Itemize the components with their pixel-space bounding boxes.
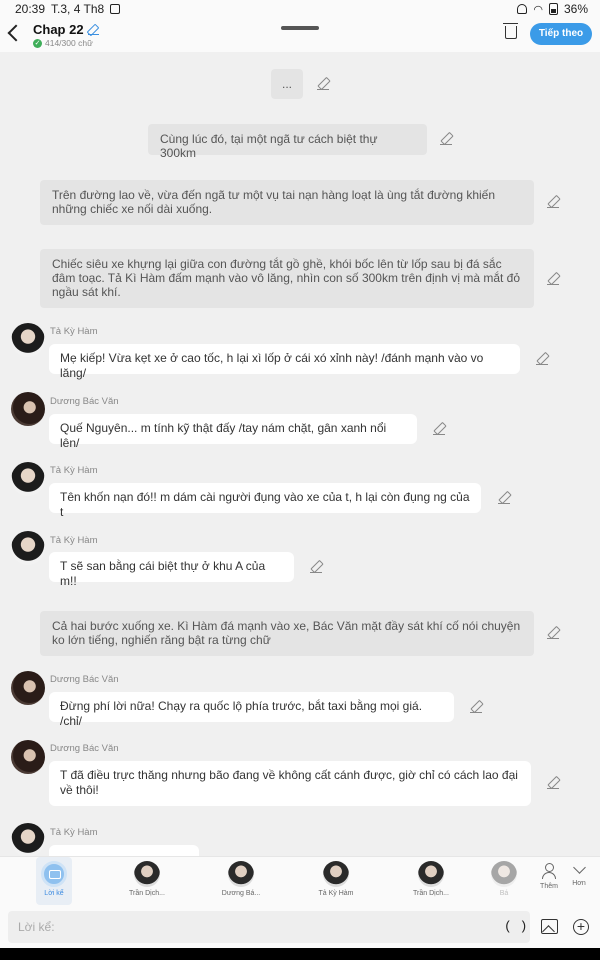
avatar[interactable] xyxy=(11,740,45,774)
character-narrator[interactable]: Lời kể xyxy=(19,861,89,897)
avatar[interactable] xyxy=(11,392,45,426)
more-button[interactable]: Hơn xyxy=(564,861,594,887)
narration-box[interactable]: Chiếc siêu xe khựng lại giữa con đường t… xyxy=(40,249,534,308)
edit-pencil-icon[interactable] xyxy=(547,777,559,789)
character-label: Dương Bá... xyxy=(221,890,261,897)
avatar xyxy=(323,861,349,887)
avatar[interactable] xyxy=(11,531,45,565)
avatar[interactable] xyxy=(11,323,45,357)
person-add-icon xyxy=(542,863,556,879)
chat-bubble[interactable]: Quế Nguyên... m tính kỹ thật đấy /tay ná… xyxy=(49,414,417,450)
battery-percent: 36% xyxy=(563,2,588,16)
status-date: T.3, 4 Th8 xyxy=(51,2,105,16)
edit-pencil-icon[interactable] xyxy=(547,196,559,208)
speaker-name: Tả Kỳ Hàm xyxy=(50,326,98,337)
avatar xyxy=(228,861,254,887)
word-count-text: 414/300 chữ xyxy=(45,38,93,48)
chat-bubble[interactable]: Tên khốn nạn đó!! m dám cài người đụng v… xyxy=(49,483,481,519)
character-item[interactable]: Trần Dịch... xyxy=(112,861,182,897)
avatar xyxy=(134,861,160,887)
input-bar: ( ) + xyxy=(0,906,600,948)
chat-bubble[interactable]: T đã điều trực thăng nhưng bão đang về k… xyxy=(49,761,531,806)
system-nav-bar xyxy=(0,948,600,960)
more-label: Hơn xyxy=(572,880,586,887)
check-icon: ✓ xyxy=(33,38,42,48)
speaker-name: Dương Bác Văn xyxy=(50,743,119,754)
trash-icon[interactable] xyxy=(503,23,518,39)
chat-bubble[interactable]: Mẹ kiếp! Vừa kẹt xe ở cao tốc, h lại xì … xyxy=(49,344,520,380)
status-time: 20:39 xyxy=(15,2,46,16)
speaker-name: Dương Bác Văn xyxy=(50,674,119,685)
character-label: Tả Kỳ Hàm xyxy=(318,890,354,897)
narration-box[interactable]: ... xyxy=(271,69,303,99)
chat-bubble[interactable]: Đừng phí lời nữa! Chạy ra quốc lộ phía t… xyxy=(49,692,454,728)
action-paren-button[interactable]: ( ) xyxy=(504,919,527,934)
wifi-icon: ◠ xyxy=(533,3,543,16)
narration-box[interactable]: Cả hai bước xuống xe. Kì Hàm đá mạnh vào… xyxy=(40,611,534,656)
narration-box[interactable]: Trên đường lao về, vừa đến ngã tư một vụ… xyxy=(40,180,534,225)
character-label: Lời kể xyxy=(44,890,64,897)
avatar[interactable] xyxy=(11,462,45,496)
chapter-header: Chap 22 ✓ 414/300 chữ Tiếp theo xyxy=(0,18,600,52)
character-selector: Lời kể Trần Dịch... Dương Bá... Tả Kỳ Hà… xyxy=(0,856,600,906)
status-bar: 20:39 T.3, 4 Th8 ◠ 36% xyxy=(0,0,600,18)
chapter-title[interactable]: Chap 22 xyxy=(33,22,99,37)
edit-pencil-icon[interactable] xyxy=(547,273,559,285)
chapter-title-text: Chap 22 xyxy=(33,22,84,37)
character-item[interactable]: Bá xyxy=(484,861,524,897)
gallery-notification-icon xyxy=(110,4,121,14)
character-label: Bá xyxy=(499,890,509,897)
chevron-down-icon xyxy=(572,861,586,874)
edit-pencil-icon[interactable] xyxy=(470,701,482,713)
avatar xyxy=(418,861,444,887)
edit-pencil-icon[interactable] xyxy=(310,561,322,573)
image-icon[interactable] xyxy=(541,919,558,934)
battery-icon xyxy=(548,3,558,15)
chat-bubble[interactable]: T sẽ san bằng cái biệt thự ở khu A của m… xyxy=(49,552,294,588)
edit-pencil-icon[interactable] xyxy=(547,627,559,639)
character-item[interactable]: Dương Bá... xyxy=(206,861,276,897)
character-item[interactable]: Tả Kỳ Hàm xyxy=(301,861,371,897)
avatar[interactable] xyxy=(11,823,45,857)
word-count: ✓ 414/300 chữ xyxy=(33,38,93,48)
lock-icon xyxy=(517,4,528,14)
message-input[interactable] xyxy=(8,911,530,943)
character-label: Trần Dịch... xyxy=(413,890,449,897)
speaker-name: Tả Kỳ Hàm xyxy=(50,827,98,838)
narrator-icon xyxy=(41,861,67,887)
edit-pencil-icon[interactable] xyxy=(317,78,329,90)
back-arrow-icon[interactable] xyxy=(7,24,25,42)
plus-icon[interactable]: + xyxy=(573,919,589,935)
add-character-button[interactable]: Thêm xyxy=(534,863,564,890)
character-item[interactable]: Trần Dịch... xyxy=(396,861,466,897)
avatar xyxy=(491,861,517,887)
speaker-name: Dương Bác Văn xyxy=(50,396,119,407)
speaker-name: Tả Kỳ Hàm xyxy=(50,465,98,476)
character-label: Trần Dịch... xyxy=(129,890,165,897)
edit-pencil-icon[interactable] xyxy=(433,423,445,435)
edit-pencil-icon[interactable] xyxy=(440,133,452,145)
speaker-name: Tả Kỳ Hàm xyxy=(50,535,98,546)
edit-pencil-icon[interactable] xyxy=(536,353,548,365)
avatar[interactable] xyxy=(11,671,45,705)
next-button[interactable]: Tiếp theo xyxy=(530,23,592,45)
add-label: Thêm xyxy=(540,883,558,890)
drag-handle[interactable] xyxy=(281,26,319,30)
edit-title-icon[interactable] xyxy=(87,24,99,35)
edit-pencil-icon[interactable] xyxy=(498,492,510,504)
narration-box[interactable]: Cùng lúc đó, tại một ngã tư cách biệt th… xyxy=(148,124,427,160)
